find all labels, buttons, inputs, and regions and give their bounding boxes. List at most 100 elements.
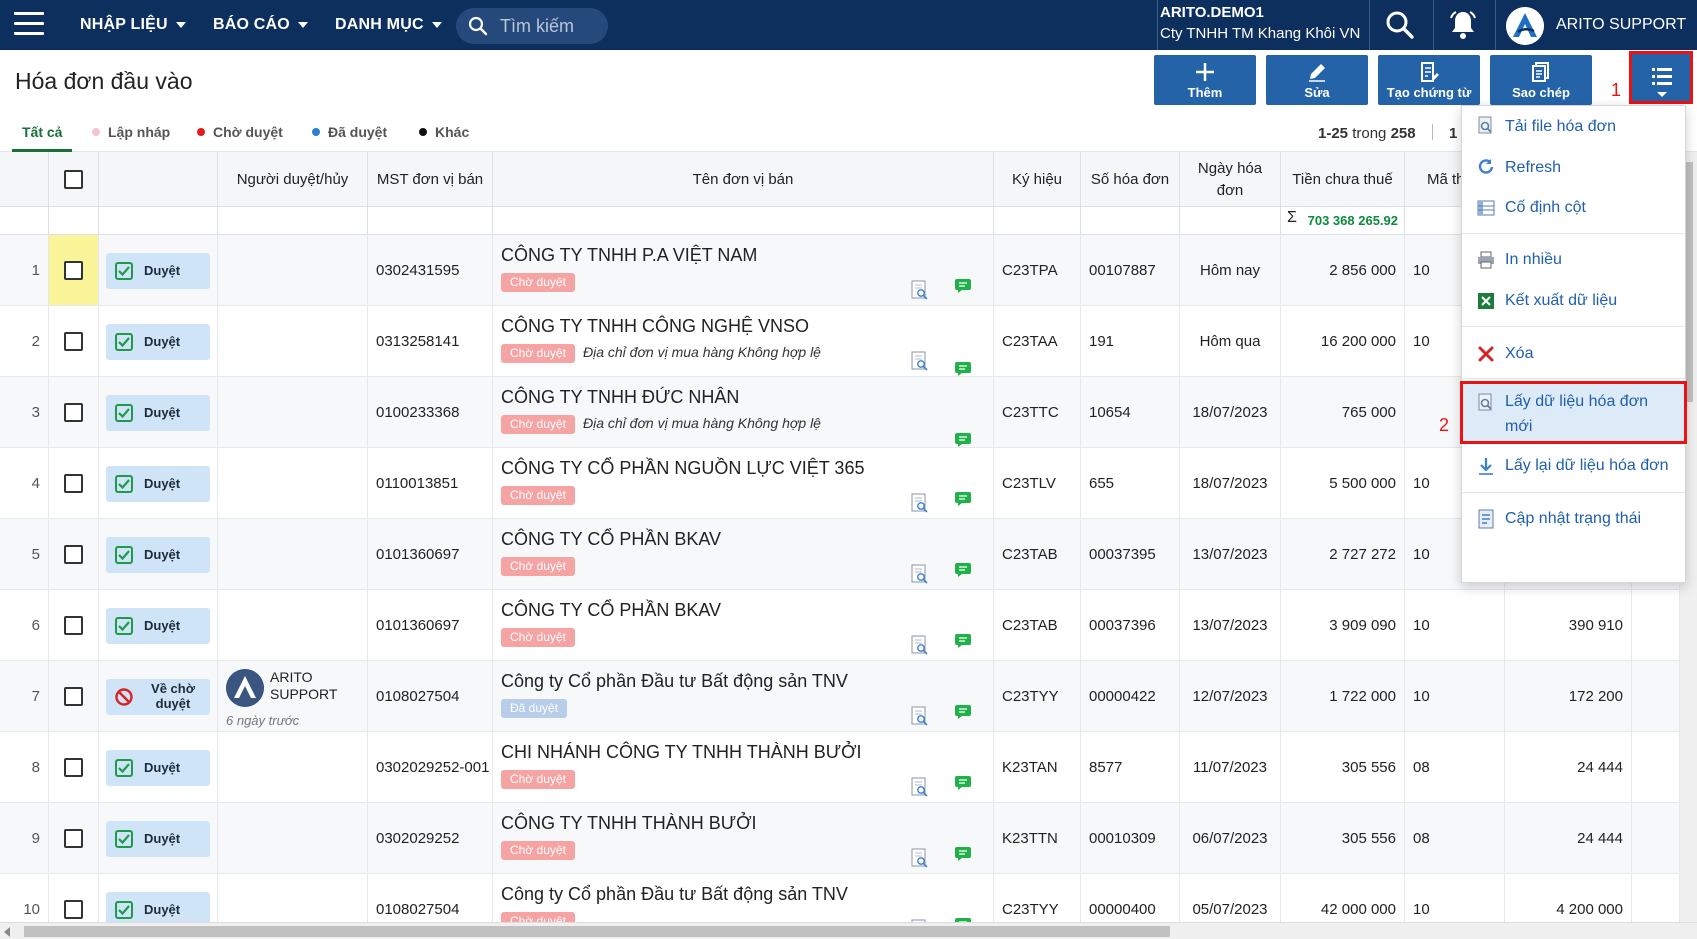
comment-icon[interactable] xyxy=(955,634,971,648)
comment-icon[interactable] xyxy=(955,776,971,790)
scroll-thumb[interactable] xyxy=(24,926,1170,937)
tab-all[interactable]: Tất cả xyxy=(12,114,73,152)
row-checkbox[interactable] xyxy=(64,900,83,919)
comment-icon[interactable] xyxy=(955,492,971,506)
company-selector[interactable]: ARITO.DEMO1 Cty TNHH TM Khang Khôi VN xyxy=(1160,4,1360,42)
header-invoice-date[interactable]: Ngày hóa đơn xyxy=(1180,152,1281,207)
approve-button[interactable]: Duyệt xyxy=(106,324,210,360)
tab-approved[interactable]: Đã duyệt xyxy=(302,114,397,152)
comment-icon[interactable] xyxy=(955,433,971,447)
view-invoice-icon[interactable] xyxy=(911,706,929,726)
header-seller-name[interactable]: Tên đơn vị bán xyxy=(493,152,994,207)
row-checkbox[interactable] xyxy=(64,616,83,635)
revert-pending-button[interactable]: Về chờ duyệt xyxy=(106,679,210,715)
invoice-symbol: K23TTN xyxy=(994,803,1081,873)
view-invoice-icon[interactable] xyxy=(911,635,929,655)
menu-item-refetch-invoice-data[interactable]: Lấy lại dữ liệu hóa đơn xyxy=(1462,444,1685,488)
table-row[interactable]: 5 Duyệt 0101360697 CÔNG TY CỔ PHẦN BKAV … xyxy=(0,519,1697,590)
bell-icon[interactable] xyxy=(1446,8,1480,42)
search-input[interactable] xyxy=(500,12,600,40)
table-row[interactable]: 1 Duyệt 0302431595 CÔNG TY TNHH P.A VIỆT… xyxy=(0,235,1697,306)
header-approver[interactable]: Người duyệt/hủy xyxy=(218,152,368,207)
comment-icon[interactable] xyxy=(955,279,971,293)
menu-bao-cao[interactable]: BÁO CÁO xyxy=(213,0,308,50)
comment-icon[interactable] xyxy=(955,847,971,861)
scroll-left-arrow-icon[interactable] xyxy=(4,927,10,937)
status-badge: Chờ duyệt xyxy=(501,273,575,292)
row-checkbox[interactable] xyxy=(64,261,83,280)
seller-name[interactable]: Công ty Cổ phần Đầu tư Bất động sản TNV xyxy=(501,884,848,905)
menu-item-pin-columns[interactable]: Cố định cột xyxy=(1462,188,1685,228)
page-number[interactable]: 1 xyxy=(1449,125,1457,142)
row-checkbox[interactable] xyxy=(64,758,83,777)
seller-name[interactable]: CÔNG TY CỔ PHẦN BKAV xyxy=(501,529,721,550)
table-row[interactable]: 3 Duyệt 0100233368 CÔNG TY TNHH ĐỨC NHÂN… xyxy=(0,377,1697,448)
more-actions-menu-button[interactable] xyxy=(1629,51,1693,104)
seller-name[interactable]: CÔNG TY TNHH ĐỨC NHÂN xyxy=(501,387,739,408)
view-invoice-icon[interactable] xyxy=(911,777,929,797)
row-checkbox[interactable] xyxy=(64,829,83,848)
view-invoice-icon[interactable] xyxy=(911,280,929,300)
menu-item-fetch-new-invoice-data[interactable]: Lấy dữ liệu hóa đơn mới xyxy=(1460,381,1687,444)
approve-button[interactable]: Duyệt xyxy=(106,750,210,786)
row-checkbox[interactable] xyxy=(64,474,83,493)
approve-button[interactable]: Duyệt xyxy=(106,608,210,644)
row-checkbox[interactable] xyxy=(64,545,83,564)
horizontal-scrollbar[interactable] xyxy=(0,922,1697,939)
header-symbol[interactable]: Ký hiệu xyxy=(994,152,1081,207)
table-row[interactable]: 6 Duyệt 0101360697 CÔNG TY CỔ PHẦN BKAV … xyxy=(0,590,1697,661)
menu-item-update-status[interactable]: Cập nhật trạng thái xyxy=(1462,498,1685,540)
table-row[interactable]: 10 Duyệt 0108027504 Công ty Cổ phần Đầu … xyxy=(0,874,1697,922)
copy-button[interactable]: Sao chép xyxy=(1490,55,1592,105)
table-row[interactable]: 8 Duyệt 0302029252-001 CHI NHÁNH CÔNG TY… xyxy=(0,732,1697,803)
view-invoice-icon[interactable] xyxy=(911,848,929,868)
menu-danh-muc[interactable]: DANH MỤC xyxy=(335,0,442,50)
search-box[interactable] xyxy=(456,8,608,44)
approve-button[interactable]: Duyệt xyxy=(106,892,210,922)
comment-icon[interactable] xyxy=(955,563,971,577)
comment-icon[interactable] xyxy=(955,705,971,719)
seller-name[interactable]: CÔNG TY CỔ PHẦN NGUỒN LỰC VIỆT 365 xyxy=(501,458,864,479)
seller-name[interactable]: CÔNG TY TNHH P.A VIỆT NAM xyxy=(501,245,757,266)
seller-name[interactable]: CÔNG TY CỔ PHẦN BKAV xyxy=(501,600,721,621)
seller-name[interactable]: CÔNG TY TNHH CÔNG NGHỆ VNSO xyxy=(501,316,809,337)
table-row[interactable]: 4 Duyệt 0110013851 CÔNG TY CỔ PHẦN NGUỒN… xyxy=(0,448,1697,519)
menu-item-print-many[interactable]: In nhiều xyxy=(1462,239,1685,281)
seller-name[interactable]: CÔNG TY TNHH THÀNH BƯỞI xyxy=(501,813,757,834)
row-checkbox[interactable] xyxy=(64,687,83,706)
hamburger-menu-icon[interactable] xyxy=(14,12,44,38)
view-invoice-icon[interactable] xyxy=(911,351,929,371)
menu-item-refresh[interactable]: Refresh xyxy=(1462,148,1685,188)
approve-button[interactable]: Duyệt xyxy=(106,466,210,502)
row-checkbox[interactable] xyxy=(64,403,83,422)
tab-pending[interactable]: Chờ duyệt xyxy=(187,114,293,152)
approve-button[interactable]: Duyệt xyxy=(106,395,210,431)
approve-button[interactable]: Duyệt xyxy=(106,537,210,573)
add-button[interactable]: Thêm xyxy=(1154,55,1256,105)
create-voucher-button[interactable]: Tạo chứng từ xyxy=(1378,55,1480,105)
view-invoice-icon[interactable] xyxy=(911,564,929,584)
row-checkbox[interactable] xyxy=(64,332,83,351)
view-invoice-icon[interactable] xyxy=(911,493,929,513)
menu-item-export-data[interactable]: Kết xuất dữ liệu xyxy=(1462,281,1685,323)
edit-button[interactable]: Sửa xyxy=(1266,55,1368,105)
table-header: Người duyệt/hủy MST đơn vị bán Tên đơn v… xyxy=(0,152,1697,207)
header-amount[interactable]: Tiền chưa thuế xyxy=(1281,152,1405,207)
menu-item-download-invoice-file[interactable]: Tải file hóa đơn xyxy=(1462,106,1685,148)
table-row[interactable]: 7 Về chờ duyệt ARITO SUPPORT 6 ngày trướ… xyxy=(0,661,1697,732)
seller-name[interactable]: CHI NHÁNH CÔNG TY TNHH THÀNH BƯỞI xyxy=(501,742,862,763)
header-invoice-number[interactable]: Số hóa đơn xyxy=(1081,152,1180,207)
table-row[interactable]: 2 Duyệt 0313258141 CÔNG TY TNHH CÔNG NGH… xyxy=(0,306,1697,377)
seller-name[interactable]: Công ty Cổ phần Đầu tư Bất động sản TNV xyxy=(501,671,848,692)
tab-draft[interactable]: Lập nháp xyxy=(82,114,180,152)
select-all-checkbox[interactable] xyxy=(64,170,83,189)
search-icon[interactable] xyxy=(1383,8,1417,42)
approve-button[interactable]: Duyệt xyxy=(106,253,210,289)
comment-icon[interactable] xyxy=(955,362,971,376)
table-row[interactable]: 9 Duyệt 0302029252 CÔNG TY TNHH THÀNH BƯ… xyxy=(0,803,1697,874)
menu-nhap-lieu[interactable]: NHẬP LIỆU xyxy=(80,0,186,50)
approve-button[interactable]: Duyệt xyxy=(106,821,210,857)
header-tax-code[interactable]: MST đơn vị bán xyxy=(368,152,493,207)
menu-item-delete[interactable]: Xóa xyxy=(1462,332,1685,376)
tab-other[interactable]: Khác xyxy=(409,114,479,152)
